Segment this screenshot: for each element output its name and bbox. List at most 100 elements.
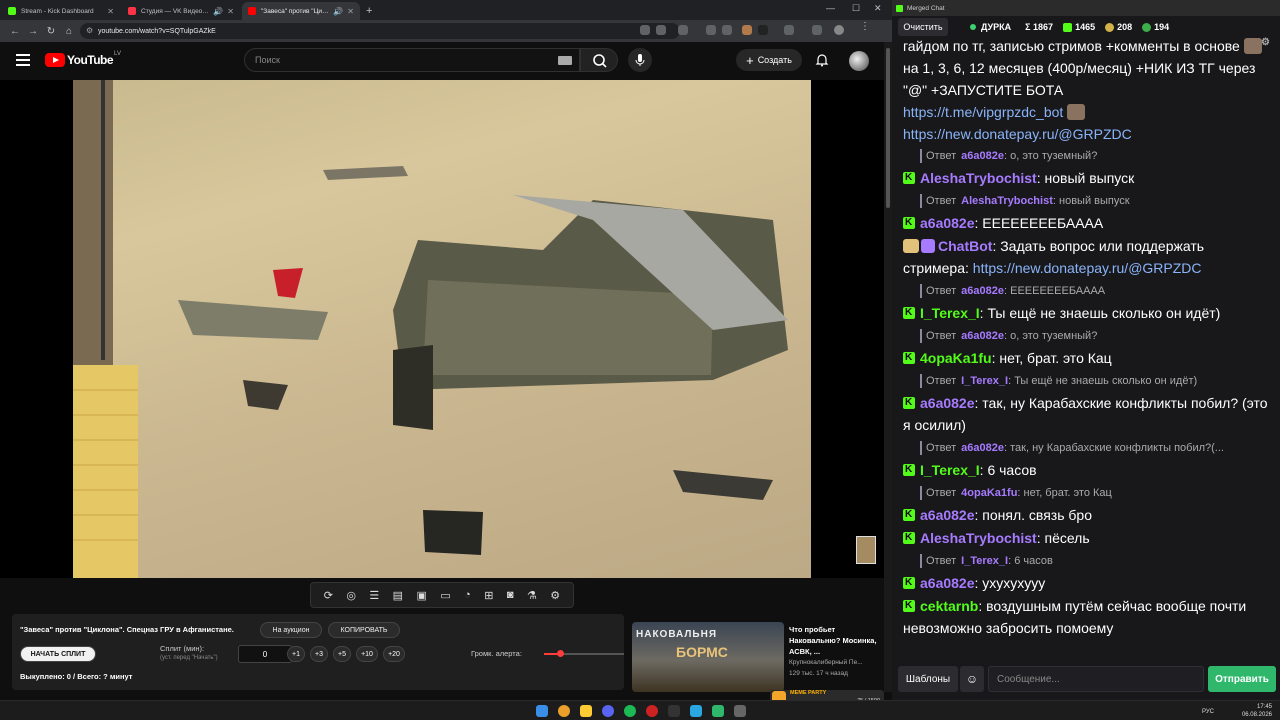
reply-username[interactable]: I_Terex_I — [961, 555, 1008, 567]
youtube-logo[interactable]: YouTube LV — [45, 51, 121, 67]
donate-link[interactable]: https://new.donatepay.ru/@GRPZDC — [973, 260, 1202, 276]
playlist-icon[interactable]: ☰ — [369, 589, 379, 602]
recommended-channel[interactable]: Крупнокалиберный Пе... — [789, 657, 881, 668]
add-icon[interactable]: ⊞ — [484, 589, 493, 602]
extension-icon[interactable] — [706, 25, 716, 35]
reply-username[interactable]: a6a082e — [961, 285, 1004, 297]
notifications-bell-icon[interactable] — [815, 53, 829, 67]
username[interactable]: AleshaTrybochist — [920, 170, 1037, 186]
home-icon[interactable]: ⌂ — [60, 26, 78, 37]
window-close-icon[interactable]: ✕ — [874, 3, 882, 14]
username[interactable]: a6a082e — [920, 507, 975, 523]
close-icon[interactable]: ✕ — [347, 7, 354, 16]
pip-icon[interactable]: ▣ — [417, 589, 427, 602]
username[interactable]: a6a082e — [920, 215, 975, 231]
bookmark-icon[interactable] — [678, 25, 688, 35]
copy-button[interactable]: КОПИРОВАТЬ — [328, 622, 400, 638]
tab-vk-studio[interactable]: Студия — VK Видео Live 🔊 ✕ — [122, 2, 240, 20]
keyboard-icon[interactable] — [558, 56, 572, 65]
split-minutes-input[interactable]: 0 — [238, 645, 292, 663]
add-3-button[interactable]: +3 — [310, 646, 328, 662]
avatar[interactable] — [849, 51, 869, 71]
reply-username[interactable]: AleshaTrybochist — [961, 195, 1053, 207]
flask-icon[interactable]: ⚗ — [527, 589, 537, 602]
close-icon[interactable]: ✕ — [107, 7, 114, 16]
start-split-button[interactable]: НАЧАТЬ СПЛИТ — [20, 646, 96, 662]
site-info-icon[interactable]: ⚙ — [86, 26, 93, 35]
reply-username[interactable]: a6a082e — [961, 330, 1004, 342]
speaker-icon[interactable]: 🔊 — [213, 7, 223, 16]
close-icon[interactable]: ✕ — [227, 7, 234, 16]
create-button[interactable]: + Создать — [736, 49, 802, 71]
telegram-link[interactable]: https://t.me/vipgrpzdc_bot — [903, 104, 1063, 120]
page-scrollbar[interactable] — [884, 42, 892, 692]
reply-username[interactable]: a6a082e — [961, 442, 1004, 454]
forward-icon[interactable]: → — [24, 26, 42, 37]
add-5-button[interactable]: +5 — [333, 646, 351, 662]
alert-volume-slider[interactable] — [544, 650, 624, 657]
back-icon[interactable]: ← — [6, 26, 24, 37]
spotify-icon[interactable] — [624, 705, 636, 717]
username[interactable]: cektarnb — [920, 598, 978, 614]
new-tab-icon[interactable]: + — [366, 5, 372, 17]
clear-button[interactable]: Очистить — [898, 18, 948, 36]
settings-icon[interactable]: ⚙ — [550, 589, 560, 602]
message-input[interactable]: Сообщение... — [988, 666, 1204, 692]
extension-icon[interactable] — [742, 25, 752, 35]
windows-start-icon[interactable] — [536, 705, 548, 717]
recommended-thumbnail[interactable]: НАКОВАЛЬНЯ БОРМС — [632, 622, 784, 692]
tab-kick-dashboard[interactable]: Stream - Kick Dashboard ✕ — [2, 2, 120, 20]
templates-button[interactable]: Шаблоны — [898, 666, 958, 692]
chrome-icon[interactable] — [558, 705, 570, 717]
maximize-icon[interactable]: ☐ — [852, 3, 860, 14]
cast-icon[interactable] — [656, 25, 666, 35]
reply-username[interactable]: I_Terex_I — [961, 375, 1008, 387]
extension-icon[interactable] — [722, 25, 732, 35]
folder-icon[interactable] — [580, 705, 592, 717]
add-10-button[interactable]: +10 — [356, 646, 378, 662]
username[interactable]: ChatBot — [938, 238, 992, 254]
reply-username[interactable]: 4opaKa1fu — [961, 487, 1017, 499]
slider-thumb[interactable] — [557, 650, 564, 657]
app-icon[interactable] — [734, 705, 746, 717]
profile-icon[interactable] — [834, 25, 844, 35]
hamburger-menu-icon[interactable] — [16, 54, 30, 66]
broadcast-icon[interactable]: ◎ — [346, 589, 356, 602]
username[interactable]: a6a082e — [920, 575, 975, 591]
emoji-icon[interactable]: ☺ — [960, 666, 984, 692]
username[interactable]: 4opaKa1fu — [920, 350, 992, 366]
extensions-puzzle-icon[interactable] — [784, 25, 794, 35]
add-1-button[interactable]: +1 — [287, 646, 305, 662]
reload-icon[interactable]: ↻ — [42, 26, 60, 37]
extension-icon[interactable] — [758, 25, 768, 35]
camera-icon[interactable]: ◙ — [507, 589, 514, 601]
tab-youtube-video[interactable]: "Завеса" против "Циклона" 🔊 ✕ — [242, 2, 360, 20]
username[interactable]: I_Terex_I — [920, 305, 980, 321]
speed-icon[interactable]: ◔ — [464, 589, 471, 601]
search-input[interactable]: Поиск — [244, 48, 580, 72]
search-button[interactable] — [580, 48, 618, 72]
send-button[interactable]: Отправить — [1208, 666, 1276, 692]
donate-link[interactable]: https://new.donatepay.ru/@GRPZDC — [903, 126, 1132, 142]
app-icon[interactable] — [668, 705, 680, 717]
more-icon[interactable]: ⋮ — [860, 21, 870, 32]
voice-search-button[interactable] — [628, 48, 652, 72]
loop-icon[interactable]: ⟳ — [324, 589, 333, 602]
auction-button[interactable]: На аукцион — [260, 622, 322, 638]
app-icon[interactable] — [712, 705, 724, 717]
system-tray[interactable]: РУС 17:45 06.08.2026 — [1202, 703, 1272, 719]
address-bar[interactable]: ⚙ youtube.com/watch?v=SQTulpGAZkE — [80, 23, 680, 39]
video-player[interactable] — [0, 80, 884, 578]
minimize-icon[interactable]: — — [826, 3, 835, 13]
speaker-icon[interactable]: 🔊 — [333, 7, 343, 16]
recommended-video[interactable]: НАКОВАЛЬНЯ БОРМС Что пробьет Наковальню?… — [632, 622, 884, 692]
recommended-title[interactable]: Что пробьет Наковальню? Мосинка, АСВК, .… — [789, 624, 881, 657]
discord-icon[interactable] — [602, 705, 614, 717]
add-20-button[interactable]: +20 — [383, 646, 405, 662]
mini-thumbnail[interactable] — [856, 536, 876, 564]
telegram-icon[interactable] — [690, 705, 702, 717]
username[interactable]: AleshaTrybochist — [920, 530, 1037, 546]
download-icon[interactable] — [812, 25, 822, 35]
zoom-icon[interactable] — [640, 25, 650, 35]
username[interactable]: a6a082e — [920, 395, 975, 411]
